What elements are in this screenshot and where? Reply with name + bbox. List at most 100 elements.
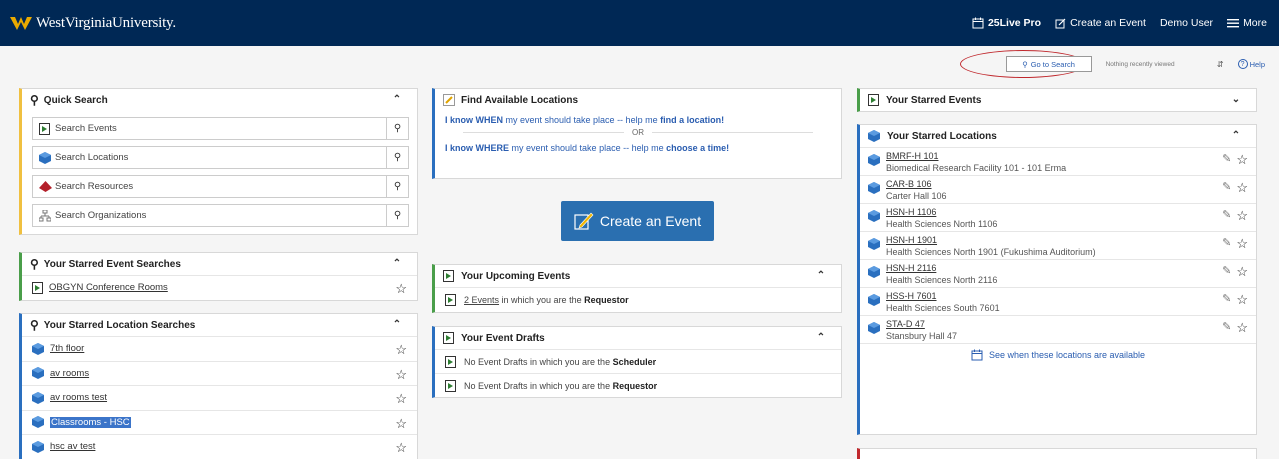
go-to-search-button[interactable]: ⚲ Go to Search <box>1005 56 1092 72</box>
location-name: Biomedical Research Facility 101 - 101 E… <box>886 163 1067 173</box>
starred-location-searches-panel: ⚲ Your Starred Location Searches ⌃ 7th f… <box>19 313 418 459</box>
search-events-field[interactable]: Search Events ⚲ <box>32 117 409 140</box>
saved-search-link[interactable]: OBGYN Conference Rooms <box>49 282 168 293</box>
event-icon <box>443 332 454 344</box>
list-item[interactable]: hsc av test ☆ <box>22 434 417 459</box>
25live-pro-link[interactable]: 25Live Pro <box>972 17 1041 29</box>
star-icon[interactable]: ☆ <box>395 416 407 432</box>
location-code-link[interactable]: CAR-B 106 <box>886 179 1256 189</box>
list-item[interactable]: av rooms ☆ <box>22 360 417 386</box>
starred-locations-panel: Your Starred Locations ⌃ BMRF-H 101 Biom… <box>857 124 1257 435</box>
saved-search-link[interactable]: 7th floor <box>50 343 84 354</box>
hamburger-icon <box>1227 19 1240 28</box>
event-icon <box>868 94 879 106</box>
star-icon[interactable]: ☆ <box>395 281 407 297</box>
search-icon[interactable]: ⚲ <box>386 205 408 226</box>
collapse-chevron-icon[interactable]: ⌃ <box>389 319 405 331</box>
expand-chevron-icon[interactable]: ⌄ <box>1228 94 1244 106</box>
starred-locations-title: Your Starred Locations <box>887 130 997 142</box>
collapse-chevron-icon[interactable]: ⌃ <box>1228 130 1244 142</box>
list-item[interactable]: HSN-H 1106 Health Sciences North 1106 ✎ ☆ <box>860 203 1256 231</box>
star-icon[interactable]: ☆ <box>395 440 407 456</box>
list-item[interactable]: 7th floor ☆ <box>22 336 417 361</box>
see-availability-link[interactable]: See when these locations are available <box>860 343 1256 365</box>
location-code-link[interactable]: HSN-H 1106 <box>886 207 1256 217</box>
location-code-link[interactable]: HSN-H 1901 <box>886 235 1256 245</box>
saved-search-link[interactable]: av rooms test <box>50 392 107 403</box>
star-icon[interactable]: ☆ <box>395 342 407 358</box>
calendar-icon <box>971 349 983 360</box>
edit-icon[interactable]: ✎ <box>1222 264 1231 280</box>
star-icon[interactable]: ☆ <box>1236 320 1248 336</box>
upcoming-events-link[interactable]: 2 Events <box>464 295 499 305</box>
collapse-chevron-icon[interactable]: ⌃ <box>389 258 405 270</box>
user-menu[interactable]: Demo User <box>1160 17 1213 29</box>
star-icon[interactable]: ☆ <box>395 391 407 407</box>
saved-search-link[interactable]: av rooms <box>50 368 89 379</box>
location-code-link[interactable]: BMRF-H 101 <box>886 151 1256 161</box>
location-code-link[interactable]: HSN-H 2116 <box>886 263 1256 273</box>
location-cube-icon <box>39 152 51 164</box>
collapse-chevron-icon[interactable]: ⌃ <box>389 94 405 106</box>
drafts-requestor-text: No Event Drafts in which you are the <box>464 380 613 391</box>
list-item[interactable]: HSN-H 2116 Health Sciences North 2116 ✎ ☆ <box>860 259 1256 287</box>
saved-search-link[interactable]: hsc av test <box>50 441 95 452</box>
help-link[interactable]: ? Help <box>1237 59 1265 69</box>
location-code-link[interactable]: STA-D 47 <box>886 319 1256 329</box>
search-organizations-field[interactable]: Search Organizations ⚲ <box>32 204 409 227</box>
list-item[interactable]: OBGYN Conference Rooms ☆ <box>22 275 417 300</box>
search-resources-label: Search Resources <box>55 181 134 192</box>
location-name: Health Sciences North 1106 <box>886 219 998 229</box>
search-icon[interactable]: ⚲ <box>386 118 408 139</box>
wvu-flying-wv-icon <box>10 17 32 30</box>
edit-icon[interactable]: ✎ <box>1222 208 1231 224</box>
star-icon[interactable]: ☆ <box>1236 180 1248 196</box>
star-icon[interactable]: ☆ <box>395 367 407 383</box>
edit-icon[interactable]: ✎ <box>1222 236 1231 252</box>
star-icon[interactable]: ☆ <box>1236 236 1248 252</box>
search-locations-label: Search Locations <box>55 152 129 163</box>
create-event-nav-label: Create an Event <box>1070 17 1146 29</box>
list-item[interactable]: HSS-H 7601 Health Sciences South 7601 ✎ ☆ <box>860 287 1256 315</box>
list-item[interactable]: HSN-H 1901 Health Sciences North 1901 (F… <box>860 231 1256 259</box>
list-item[interactable]: BMRF-H 101 Biomedical Research Facility … <box>860 147 1256 175</box>
wvu-logo[interactable]: WestVirginiaUniversity. <box>10 15 176 32</box>
find-location-link[interactable]: I know WHEN my event should take place -… <box>435 115 841 125</box>
edit-icon[interactable]: ✎ <box>1222 320 1231 336</box>
search-locations-field[interactable]: Search Locations ⚲ <box>32 146 409 169</box>
quick-search-title: Quick Search <box>43 94 108 106</box>
search-resources-field[interactable]: Search Resources ⚲ <box>32 175 409 198</box>
location-code-link[interactable]: HSS-H 7601 <box>886 291 1256 301</box>
list-item[interactable]: CAR-B 106 Carter Hall 106 ✎ ☆ <box>860 175 1256 203</box>
search-icon[interactable]: ⚲ <box>386 147 408 168</box>
event-icon <box>445 293 456 306</box>
star-icon[interactable]: ☆ <box>1236 152 1248 168</box>
starred-event-searches-panel: ⚲ Your Starred Event Searches ⌃ OBGYN Co… <box>19 252 418 301</box>
find-a-location-text: find a location! <box>660 115 725 125</box>
star-icon[interactable]: ☆ <box>1236 292 1248 308</box>
list-item[interactable]: av rooms test ☆ <box>22 385 417 410</box>
list-item[interactable]: Classrooms - HSC ☆ <box>22 409 417 435</box>
edit-icon[interactable]: ✎ <box>1222 180 1231 196</box>
list-item[interactable]: STA-D 47 Stansbury Hall 47 ✎ ☆ <box>860 315 1256 343</box>
edit-icon[interactable]: ✎ <box>1222 292 1231 308</box>
quick-search-panel: ⚲ Quick Search ⌃ Search Events ⚲ Search … <box>19 88 418 235</box>
event-icon <box>443 270 454 282</box>
see-availability-label: See when these locations are available <box>988 349 1146 360</box>
create-event-nav-link[interactable]: Create an Event <box>1055 17 1146 29</box>
25live-pro-label: 25Live Pro <box>987 17 1042 29</box>
choose-time-link[interactable]: I know WHERE my event should take place … <box>435 143 841 153</box>
more-menu[interactable]: More <box>1227 17 1267 29</box>
location-cube-icon <box>32 391 44 404</box>
find-location-text: my event should take place -- help me <box>503 115 661 125</box>
collapse-chevron-icon[interactable]: ⌃ <box>813 332 829 344</box>
search-icon[interactable]: ⚲ <box>386 176 408 197</box>
edit-icon[interactable]: ✎ <box>1222 152 1231 168</box>
star-icon[interactable]: ☆ <box>1236 208 1248 224</box>
recently-viewed-select[interactable]: Nothing recently viewed ⇵ <box>1100 56 1230 72</box>
star-icon[interactable]: ☆ <box>1236 264 1248 280</box>
collapse-chevron-icon[interactable]: ⌃ <box>813 270 829 282</box>
create-event-button[interactable]: Create an Event <box>561 201 714 241</box>
event-drafts-panel: Your Event Drafts ⌃ No Event Drafts in w… <box>432 326 842 398</box>
saved-search-link[interactable]: Classrooms - HSC <box>50 416 131 428</box>
